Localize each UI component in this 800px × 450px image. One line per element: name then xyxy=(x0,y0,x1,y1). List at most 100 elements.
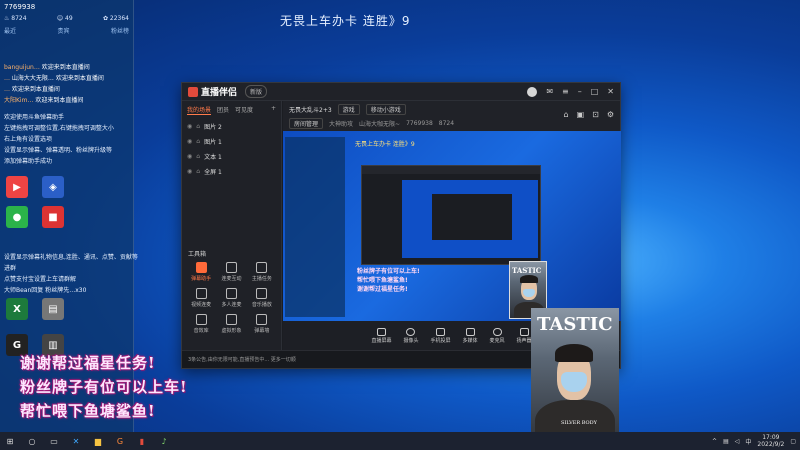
lock-icon[interactable]: ⌂ xyxy=(196,138,200,145)
version-badge[interactable]: 新版 xyxy=(245,85,268,98)
system-line: 左键拖拽可调整位置,右键拖拽可调整大小 xyxy=(4,125,114,132)
settings-icon[interactable]: ⚙ xyxy=(607,110,614,119)
room-title[interactable]: 无畏大乱斗2+3 xyxy=(289,105,332,114)
volume-icon[interactable]: ◁ xyxy=(735,438,740,445)
tool-multi-link[interactable]: 多人连麦 xyxy=(216,288,246,308)
chat-tab-fans[interactable]: 粉丝榜 xyxy=(111,26,129,35)
taskbar: ⊞ ○ ▭ ✕ ▆ G ▮ ♪ ^ ▤ ◁ 中 17:09 2022/9/2 ▢ xyxy=(0,432,800,450)
app-shortcut-icon[interactable]: ♪ xyxy=(158,435,170,447)
shirt-print: SILVER BODY xyxy=(561,420,597,426)
wechat-icon[interactable]: ● xyxy=(6,206,28,228)
chat-tab-recent[interactable]: 最近 xyxy=(4,26,16,35)
tab-members[interactable]: 团员 xyxy=(217,105,229,115)
eye-icon[interactable]: ◉ xyxy=(187,123,192,130)
play-icon xyxy=(465,328,475,336)
preview-chat-panel xyxy=(285,137,345,317)
minimize-icon[interactable]: – xyxy=(578,87,582,96)
tool-sound-fx[interactable]: 音效库 xyxy=(186,314,216,334)
chat-message: … 山海大大无限… 欢迎来到本直播间 xyxy=(4,75,104,82)
record-icon[interactable]: ⊡ xyxy=(592,110,599,119)
music-icon xyxy=(256,288,268,299)
task-view-icon[interactable]: ▭ xyxy=(48,435,60,447)
search-icon[interactable]: ○ xyxy=(26,435,38,447)
app-logo-icon xyxy=(188,86,198,97)
close-icon[interactable]: ✕ xyxy=(607,87,614,96)
app-shortcut-icon[interactable]: G xyxy=(114,435,126,447)
desktop-icons-lower: X ▤ G ▥ xyxy=(6,298,64,356)
media-button[interactable]: 多媒体 xyxy=(463,328,478,344)
eye-icon[interactable]: ◉ xyxy=(187,168,192,175)
overlay-subtitle: 帮忙喂下鱼塘鲨鱼! xyxy=(20,402,156,420)
notification-icon[interactable]: ▢ xyxy=(790,438,796,445)
clock-date: 2022/9/2 xyxy=(757,441,785,448)
nested-app-window xyxy=(432,194,512,240)
gift-icon: ✿ 22364 xyxy=(102,15,129,22)
lock-icon[interactable]: ⌂ xyxy=(196,168,200,175)
gift-icon[interactable]: ⌂ xyxy=(563,110,568,119)
network-icon[interactable]: ▤ xyxy=(723,438,729,445)
app-shortcut-icon[interactable]: ✕ xyxy=(70,435,82,447)
file-icon[interactable]: ▤ xyxy=(42,298,64,320)
tool-avatar[interactable]: 虚拟形象 xyxy=(216,314,246,334)
shield-icon[interactable]: ◈ xyxy=(42,176,64,198)
layer-item[interactable]: ◉ ⌂ 文本 1 xyxy=(182,149,281,164)
maximize-icon[interactable]: □ xyxy=(591,87,599,96)
bag-icon[interactable]: ▣ xyxy=(577,110,585,119)
mail-icon[interactable]: ✉ xyxy=(546,87,553,96)
tool-tasks[interactable]: 主播任务 xyxy=(247,262,277,282)
folder-icon[interactable]: ▆ xyxy=(92,435,104,447)
system-line: 设置显示弹幕、弹幕透明、粉丝牌升级等 xyxy=(4,147,113,154)
speaker-button[interactable]: 扬声器 xyxy=(517,328,532,344)
tool-danmaku[interactable]: 弹幕助手 xyxy=(186,262,216,282)
room-id-label: 7769938 xyxy=(406,120,433,127)
menu-icon[interactable]: ≡ xyxy=(562,87,569,96)
layer-item[interactable]: ◉ ⌂ 图片 2 xyxy=(182,119,281,134)
app-shortcut-icon[interactable]: ■ xyxy=(42,206,64,228)
add-icon[interactable]: + xyxy=(271,105,276,115)
clock[interactable]: 17:09 2022/9/2 xyxy=(757,434,784,448)
room-type[interactable]: 移动小游戏 xyxy=(365,104,406,115)
lock-icon[interactable]: ⌂ xyxy=(196,123,200,130)
app-shortcut-icon[interactable]: ▮ xyxy=(136,435,148,447)
download-icon xyxy=(225,288,237,299)
monitor-icon xyxy=(376,328,386,336)
toolbox-grid: 弹幕助手 连麦互动 主播任务 视频连麦 多人连麦 音乐播放 音效库 虚拟形象 弹… xyxy=(182,258,281,338)
wall-icon xyxy=(256,314,268,325)
camera-button[interactable]: 摄像头 xyxy=(403,328,418,344)
tab-visibility[interactable]: 可见度 xyxy=(235,105,253,115)
excel-icon[interactable]: X xyxy=(6,298,28,320)
window-titlebar: 直播伴侣 新版 ✉ ≡ – □ ✕ xyxy=(182,83,620,101)
screen-capture-button[interactable]: 直播屏幕 xyxy=(371,328,391,344)
window-controls: ✉ ≡ – □ ✕ xyxy=(527,86,614,97)
tool-link-mic[interactable]: 连麦互动 xyxy=(216,262,246,282)
live-preview[interactable]: 无畏上车办卡 连胜》9 粉丝牌子有位可以上车! 帮忙喂下鱼塘鲨鱼! 谢谢帮过福星… xyxy=(283,131,621,321)
preview-subtitle: 粉丝牌子有位可以上车! xyxy=(357,268,420,275)
microphone-button[interactable]: 麦克风 xyxy=(490,328,505,344)
layer-item[interactable]: ◉ ⌂ 图片 1 xyxy=(182,134,281,149)
room-manage-button[interactable]: 房间管理 xyxy=(289,118,324,129)
heat-count: 8724 xyxy=(438,120,455,127)
room-tag[interactable]: 游戏 xyxy=(337,104,360,115)
tool-danmaku-wall[interactable]: 弹幕墙 xyxy=(247,314,277,334)
eye-icon[interactable]: ◉ xyxy=(187,153,192,160)
avatar[interactable] xyxy=(527,86,538,97)
clock-time: 17:09 xyxy=(762,434,780,441)
lock-icon[interactable]: ⌂ xyxy=(196,153,200,160)
chevron-up-icon[interactable]: ^ xyxy=(712,438,717,445)
phone-cast-button[interactable]: 手机投屏 xyxy=(430,328,451,344)
task-icon xyxy=(256,262,268,273)
tool-video-link[interactable]: 视频连麦 xyxy=(186,288,216,308)
ime-icon[interactable]: 中 xyxy=(745,437,751,446)
eye-icon[interactable]: ◉ xyxy=(187,138,192,145)
overlay-subtitle: 谢谢帮过福星任务! xyxy=(20,354,156,372)
system-line: 添加弹幕助手成功 xyxy=(4,158,53,165)
app-shortcut-icon[interactable]: ▶ xyxy=(6,176,28,198)
tab-scenes[interactable]: 我的场景 xyxy=(187,105,212,115)
windows-start-icon[interactable]: ⊞ xyxy=(4,435,16,447)
layer-item[interactable]: ◉ ⌂ 全屏 1 xyxy=(182,164,281,179)
microphone-icon xyxy=(492,328,502,336)
tool-music[interactable]: 音乐播放 xyxy=(247,288,277,308)
chat-stats: ♨ 8724 ☺ 49 ✿ 22364 xyxy=(4,15,129,22)
chat-tab-vip[interactable]: 贵宾 xyxy=(57,26,69,35)
preview-subtitles: 粉丝牌子有位可以上车! 帮忙喂下鱼塘鲨鱼! 谢谢帮过福星任务! xyxy=(357,267,420,294)
